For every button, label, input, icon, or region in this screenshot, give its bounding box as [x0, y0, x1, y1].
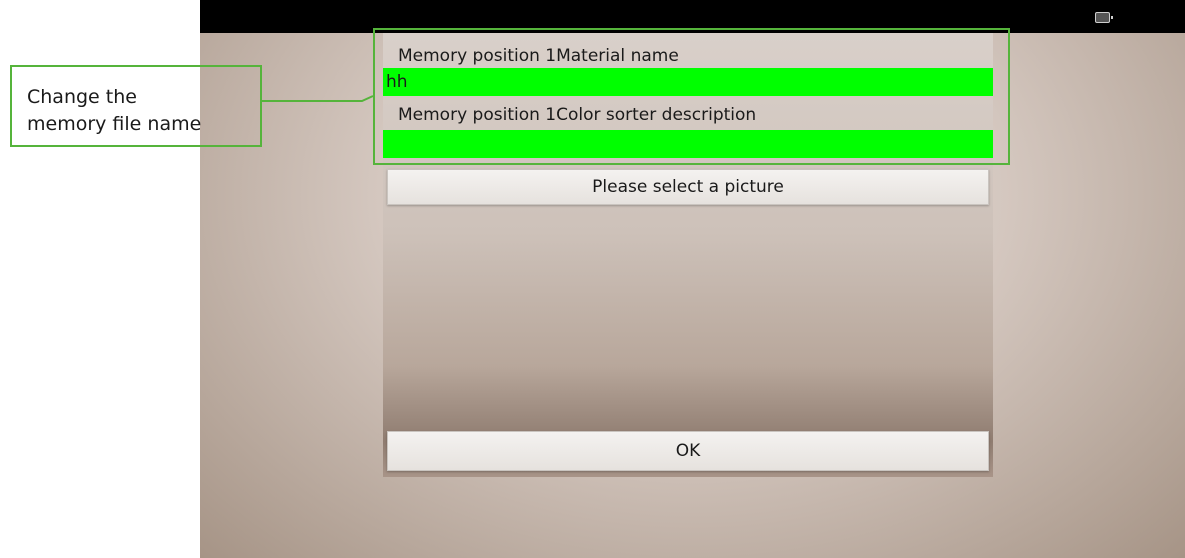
annotation-highlight-box — [373, 28, 1010, 165]
page: Memory position 1Material name Memory po… — [0, 0, 1185, 558]
select-picture-button[interactable]: Please select a picture — [387, 169, 989, 205]
battery-icon — [1095, 12, 1113, 23]
annotation-callout-text: Change the memory file name — [27, 86, 202, 135]
ok-button[interactable]: OK — [387, 431, 989, 471]
